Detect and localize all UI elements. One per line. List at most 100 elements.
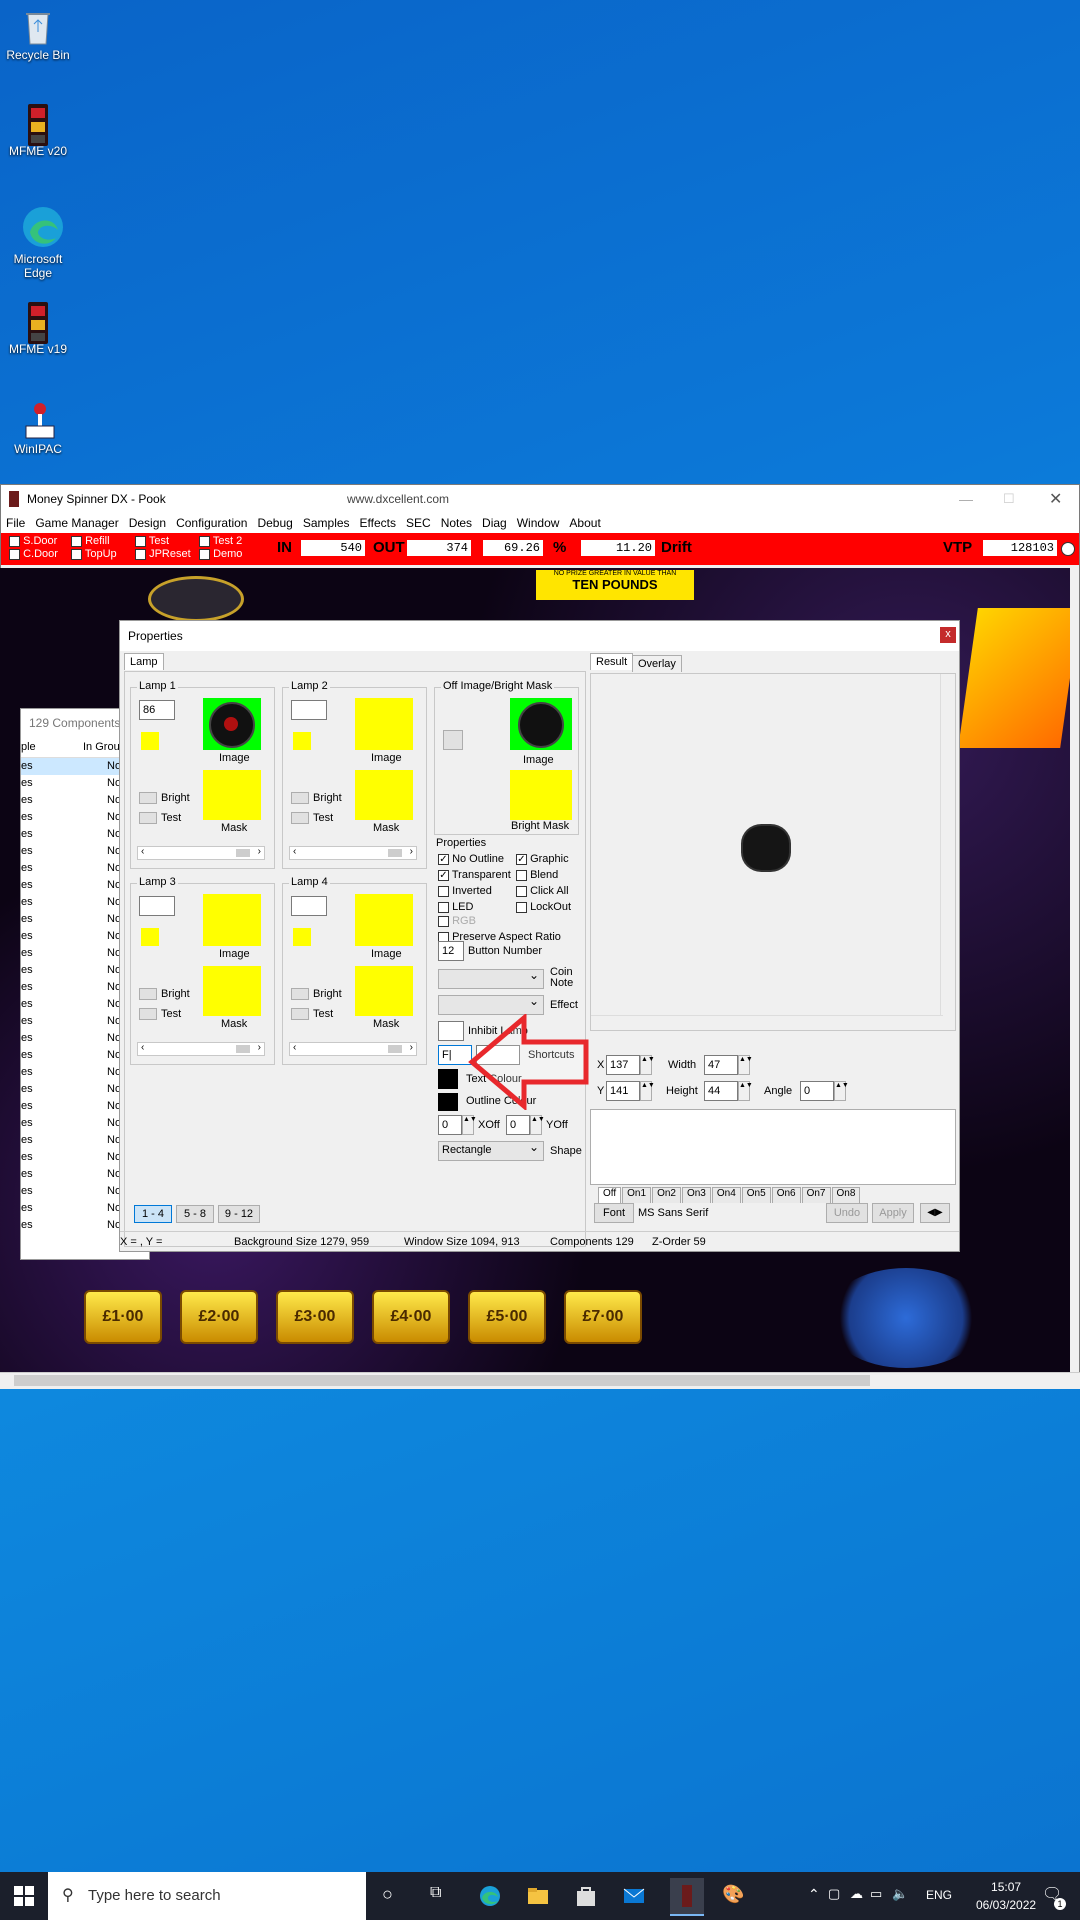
desktop-icon-winipac[interactable]: WinIPAC (6, 400, 70, 456)
checkbox[interactable] (438, 869, 449, 881)
bright-button[interactable] (291, 792, 309, 804)
shape-combo[interactable]: Rectangle (438, 1139, 544, 1161)
tray-network-icon[interactable]: ☁ (850, 1886, 863, 1902)
lamp-scrollbar[interactable]: ‹ › (137, 846, 265, 860)
text-colour-swatch[interactable] (438, 1069, 458, 1089)
x-field[interactable]: 137 (606, 1055, 640, 1075)
checkbox[interactable] (516, 869, 527, 881)
desktop-icon-edge[interactable]: Microsoft Edge (6, 204, 70, 280)
lamp-image-thumb[interactable] (203, 698, 261, 750)
state-tab-on3[interactable]: On3 (681, 1187, 711, 1203)
property-check-graphic[interactable]: Graphic (516, 853, 569, 865)
menu-item-file[interactable]: File (1, 516, 30, 530)
test2-checkbox[interactable] (199, 535, 210, 547)
dialog-close-button[interactable]: x (940, 627, 956, 643)
shortcut-field-1[interactable]: F| (438, 1045, 472, 1065)
state-tab-on6[interactable]: On6 (771, 1187, 801, 1203)
yoff-spinner[interactable]: ▲▼ (530, 1115, 545, 1135)
height-field[interactable]: 44 (704, 1081, 738, 1101)
height-spinner[interactable]: ▲▼ (738, 1081, 753, 1101)
maximize-icon[interactable]: ☐ (1003, 491, 1015, 507)
page-1-4-button[interactable]: 1 - 4 (134, 1205, 172, 1223)
property-check-led[interactable]: LED (438, 901, 473, 913)
checkbox[interactable] (516, 885, 527, 897)
lamp-colour-swatch[interactable] (141, 928, 159, 946)
checkbox[interactable] (516, 901, 527, 913)
menu-item-diag[interactable]: Diag (477, 516, 512, 530)
lamp-mask-thumb[interactable] (203, 966, 261, 1016)
file-explorer-icon[interactable] (526, 1884, 550, 1908)
apply-button[interactable]: Apply (872, 1203, 914, 1223)
lamp-image-thumb[interactable] (355, 698, 413, 750)
y-field[interactable]: 141 (606, 1081, 640, 1101)
lamp-scrollbar[interactable]: ‹ › (137, 1042, 265, 1056)
menu-item-game-manager[interactable]: Game Manager (30, 516, 123, 530)
bright-button[interactable] (139, 988, 157, 1000)
menu-item-configuration[interactable]: Configuration (171, 516, 252, 530)
xoff-field[interactable]: 0 (438, 1115, 462, 1135)
edge-taskbar-icon[interactable] (478, 1884, 502, 1908)
arrows-button[interactable]: ◀▶ (920, 1203, 950, 1223)
width-spinner[interactable]: ▲▼ (738, 1055, 753, 1075)
menu-item-debug[interactable]: Debug (252, 516, 297, 530)
jpreset-checkbox[interactable] (135, 548, 146, 560)
state-tab-on7[interactable]: On7 (801, 1187, 831, 1203)
sdoor-checkbox[interactable] (9, 535, 20, 547)
result-vscroll[interactable] (940, 674, 955, 1016)
lamp-colour-swatch[interactable] (293, 928, 311, 946)
y-spinner[interactable]: ▲▼ (640, 1081, 655, 1101)
lamp-mask-thumb[interactable] (355, 966, 413, 1016)
menu-item-sec[interactable]: SEC (401, 516, 436, 530)
x-spinner[interactable]: ▲▼ (640, 1055, 655, 1075)
main-hscroll[interactable] (0, 1372, 1080, 1389)
mail-icon[interactable] (622, 1884, 646, 1908)
test-button[interactable] (139, 1008, 157, 1020)
page-5-8-button[interactable]: 5 - 8 (176, 1205, 214, 1223)
state-tab-on5[interactable]: On5 (741, 1187, 771, 1203)
state-tab-on8[interactable]: On8 (831, 1187, 861, 1203)
taskbar-search-box[interactable]: ⚲ Type here to search (48, 1872, 366, 1920)
tab-lamp[interactable]: Lamp (124, 653, 164, 670)
outline-colour-swatch[interactable] (438, 1093, 458, 1111)
width-field[interactable]: 47 (704, 1055, 738, 1075)
checkbox[interactable] (438, 901, 449, 913)
font-button[interactable]: Font (594, 1203, 634, 1223)
menu-item-design[interactable]: Design (124, 516, 171, 530)
task-view-icon[interactable]: ⧉ (430, 1884, 454, 1908)
minimize-icon[interactable]: — (959, 491, 973, 507)
paint-icon[interactable]: 🎨 (722, 1884, 746, 1908)
state-tab-on2[interactable]: On2 (652, 1187, 681, 1203)
off-image-thumb[interactable] (510, 698, 572, 750)
col-header-name[interactable]: ple (21, 737, 36, 757)
windows-start-icon[interactable] (14, 1886, 34, 1909)
menu-item-window[interactable]: Window (512, 516, 565, 530)
test-checkbox[interactable] (135, 535, 146, 547)
test-button[interactable] (291, 812, 309, 824)
cortana-icon[interactable]: ○ (382, 1884, 406, 1908)
state-tab-off[interactable]: Off (598, 1187, 622, 1203)
refill-checkbox[interactable] (71, 535, 82, 547)
lamp-image-thumb[interactable] (355, 894, 413, 946)
menu-item-notes[interactable]: Notes (436, 516, 477, 530)
topup-checkbox[interactable] (71, 548, 82, 560)
lamp-number-field[interactable] (291, 700, 327, 720)
lamp-scrollbar[interactable]: ‹ › (289, 846, 417, 860)
tray-battery-icon[interactable]: ▭ (870, 1886, 882, 1902)
property-check-inverted[interactable]: Inverted (438, 885, 492, 897)
property-check-no-outline[interactable]: No Outline (438, 853, 504, 865)
state-tab-on4[interactable]: On4 (711, 1187, 741, 1203)
coin-note-combo[interactable] (438, 967, 544, 989)
tab-result[interactable]: Result (590, 653, 634, 670)
lamp-mask-thumb[interactable] (203, 770, 261, 820)
xoff-spinner[interactable]: ▲▼ (462, 1115, 477, 1135)
bright-button[interactable] (139, 792, 157, 804)
tray-device-icon[interactable]: ▢ (828, 1886, 840, 1902)
menu-item-about[interactable]: About (564, 516, 605, 530)
test-button[interactable] (139, 812, 157, 824)
tray-chevron-icon[interactable]: ⌃ (808, 1886, 820, 1903)
close-icon[interactable]: ✕ (1049, 489, 1062, 509)
angle-spinner[interactable]: ▲▼ (834, 1081, 849, 1101)
demo-checkbox[interactable] (199, 548, 210, 560)
lamp-scrollbar[interactable]: ‹ › (289, 1042, 417, 1056)
checkbox[interactable] (438, 885, 449, 897)
